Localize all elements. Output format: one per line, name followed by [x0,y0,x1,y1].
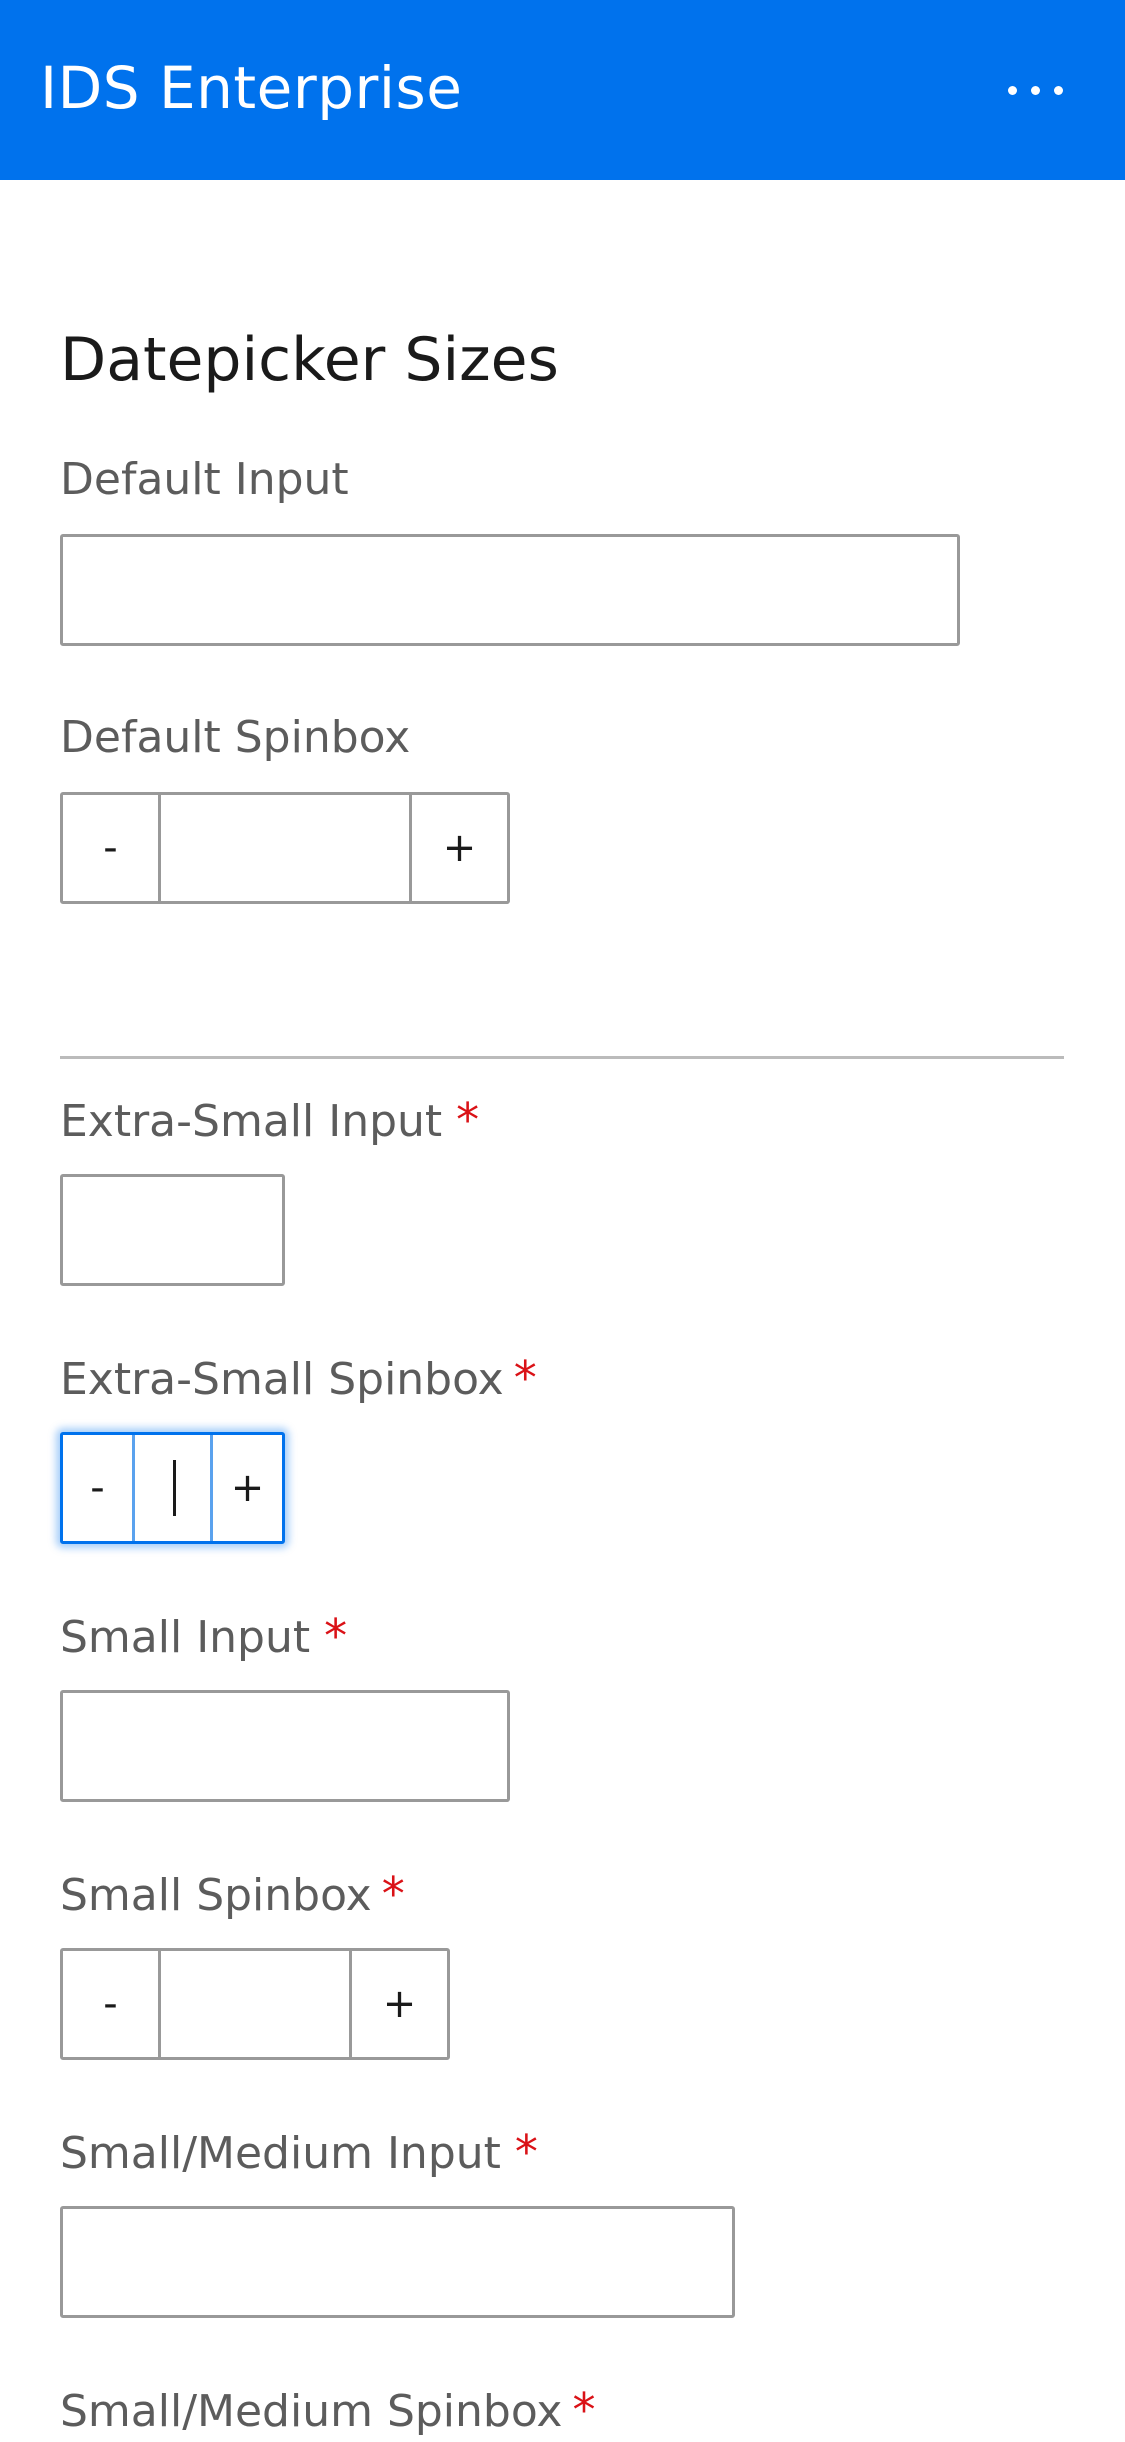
required-mark: * [514,2125,538,2179]
required-mark: * [324,1609,348,1663]
text-caret [173,1460,176,1516]
sm-input-label: Small Input * [60,1606,347,1668]
sm-spinbox-label: Small Spinbox * [60,1864,405,1926]
xs-spinbox-increment-button[interactable]: + [210,1435,282,1541]
more-horizontal-icon-dot [1053,85,1063,95]
app-header: IDS Enterprise [0,0,1125,180]
default-spinbox-decrement-button[interactable]: - [63,795,161,901]
smmd-spinbox-label-text: Small/Medium Spinbox [60,2386,563,2437]
default-input-label: Default Input [60,450,349,510]
default-spinbox-label-text: Default Spinbox [60,712,411,763]
smmd-input-label: Small/Medium Input * [60,2122,538,2184]
more-options-button[interactable] [990,60,1080,120]
sm-spinbox: - + [60,1948,450,2060]
sm-input[interactable] [60,1690,510,1802]
required-mark: * [513,1351,537,1405]
required-mark: * [572,2383,596,2437]
default-spinbox: - + [60,792,510,904]
xs-input[interactable] [60,1174,285,1286]
smmd-spinbox-label: Small/Medium Spinbox * [60,2380,595,2442]
more-horizontal-icon-dot [1030,85,1040,95]
xs-spinbox-label-text: Extra-Small Spinbox [60,1354,504,1405]
xs-input-label-text: Extra-Small Input [60,1096,443,1147]
xs-spinbox-label: Extra-Small Spinbox * [60,1348,537,1410]
more-horizontal-icon [1007,85,1017,95]
default-spinbox-label: Default Spinbox [60,708,410,768]
required-mark: * [456,1093,480,1147]
sm-spinbox-label-text: Small Spinbox [60,1870,372,1921]
smmd-input[interactable] [60,2206,735,2318]
sm-spinbox-decrement-button[interactable]: - [63,1951,161,2057]
default-spinbox-value[interactable] [161,795,409,901]
default-spinbox-increment-button[interactable]: + [409,795,507,901]
xs-spinbox-decrement-button[interactable]: - [63,1435,135,1541]
sm-spinbox-increment-button[interactable]: + [349,1951,447,2057]
sm-spinbox-value[interactable] [161,1951,349,2057]
section-divider [60,1056,1064,1059]
default-input-label-text: Default Input [60,454,349,505]
page-title: Datepicker Sizes [60,325,559,395]
xs-input-label: Extra-Small Input * [60,1090,479,1152]
sm-input-label-text: Small Input [60,1612,311,1663]
app-title: IDS Enterprise [40,54,463,122]
smmd-input-label-text: Small/Medium Input [60,2128,501,2179]
default-input[interactable] [60,534,960,646]
required-mark: * [381,1867,405,1921]
